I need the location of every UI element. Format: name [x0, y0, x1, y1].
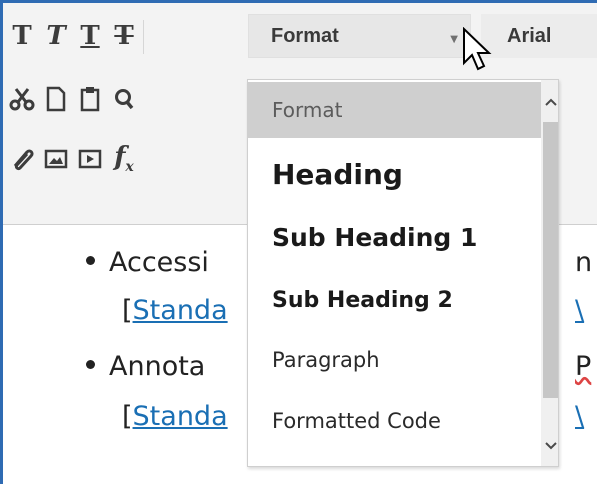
chevron-up-icon	[544, 98, 557, 106]
formula-icon: fx	[114, 142, 134, 175]
find-button[interactable]	[109, 77, 139, 121]
list-item-trailing: \	[575, 295, 584, 326]
trailing-text: n	[575, 247, 593, 278]
list-item-text: Accessi	[109, 247, 209, 278]
underline-icon: T	[80, 21, 100, 51]
strikethrough-icon: T	[114, 21, 134, 51]
format-option-formatted-code[interactable]: Formatted Code	[248, 392, 538, 450]
video-icon	[78, 149, 102, 169]
toolbar-divider	[143, 20, 144, 54]
trailing-link[interactable]: \	[575, 295, 584, 326]
italic-button[interactable]: T	[41, 14, 71, 58]
list-item-link-line: [Standa	[122, 295, 228, 326]
chevron-down-icon	[544, 442, 557, 450]
bold-button[interactable]: T	[7, 14, 37, 58]
strikethrough-button[interactable]: T	[109, 14, 139, 58]
font-select[interactable]: Arial	[481, 14, 597, 58]
new-document-button[interactable]	[41, 77, 71, 121]
scroll-up-arrow[interactable]	[541, 88, 558, 116]
list-item: Accessi	[86, 247, 209, 278]
formula-sub: x	[125, 159, 134, 176]
font-select-label: Arial	[507, 24, 552, 47]
format-option-sub-heading-2[interactable]: Sub Heading 2	[248, 272, 538, 328]
scroll-down-arrow[interactable]	[541, 432, 558, 460]
list-item-trailing: \	[575, 401, 584, 432]
list-item-trailing: P	[575, 351, 591, 382]
chevron-down-icon: ▼	[450, 34, 458, 45]
italic-icon: T	[46, 21, 66, 51]
dropdown-scrollbar-thumb[interactable]	[543, 122, 558, 398]
insert-formula-button[interactable]: fx	[109, 137, 139, 181]
bracket-text: [	[122, 295, 133, 326]
new-document-icon	[46, 86, 66, 112]
mouse-pointer-icon	[463, 27, 492, 71]
format-select[interactable]: Format ▼	[248, 14, 471, 58]
format-option-paragraph[interactable]: Paragraph	[248, 332, 538, 388]
list-item-link-line: [Standa	[122, 401, 228, 432]
bold-icon: T	[12, 21, 32, 51]
list-item-trailing: n	[575, 247, 592, 278]
format-select-label: Format	[271, 24, 339, 47]
format-option-header[interactable]: Format	[248, 82, 541, 138]
formula-glyph: f	[114, 142, 126, 173]
insert-image-button[interactable]	[41, 137, 71, 181]
format-option-heading[interactable]: Heading	[248, 144, 538, 204]
editor-frame: T T T T Format ▼ Arial fx Accessi [Stand…	[0, 0, 597, 484]
image-icon	[44, 149, 68, 169]
paste-button[interactable]	[75, 77, 105, 121]
trailing-link[interactable]: \	[575, 401, 584, 432]
list-item-text: Annota	[109, 351, 206, 382]
trailing-text: P	[575, 351, 592, 382]
attach-button[interactable]	[7, 137, 37, 181]
list-item: Annota	[86, 351, 205, 382]
search-icon	[115, 89, 134, 110]
format-dropdown-list: Format Heading Sub Heading 1 Sub Heading…	[247, 79, 559, 467]
scissors-icon	[9, 88, 35, 111]
clipboard-icon	[80, 87, 100, 112]
cut-button[interactable]	[7, 77, 37, 121]
format-option-sub-heading-1[interactable]: Sub Heading 1	[248, 208, 538, 266]
standard-link[interactable]: Standa	[133, 401, 228, 432]
paperclip-icon	[13, 149, 34, 171]
bullet-dot	[86, 256, 95, 265]
underline-button[interactable]: T	[75, 14, 105, 58]
standard-link[interactable]: Standa	[133, 295, 228, 326]
bracket-text: [	[122, 401, 133, 432]
insert-video-button[interactable]	[75, 137, 105, 181]
bullet-dot	[86, 360, 95, 369]
